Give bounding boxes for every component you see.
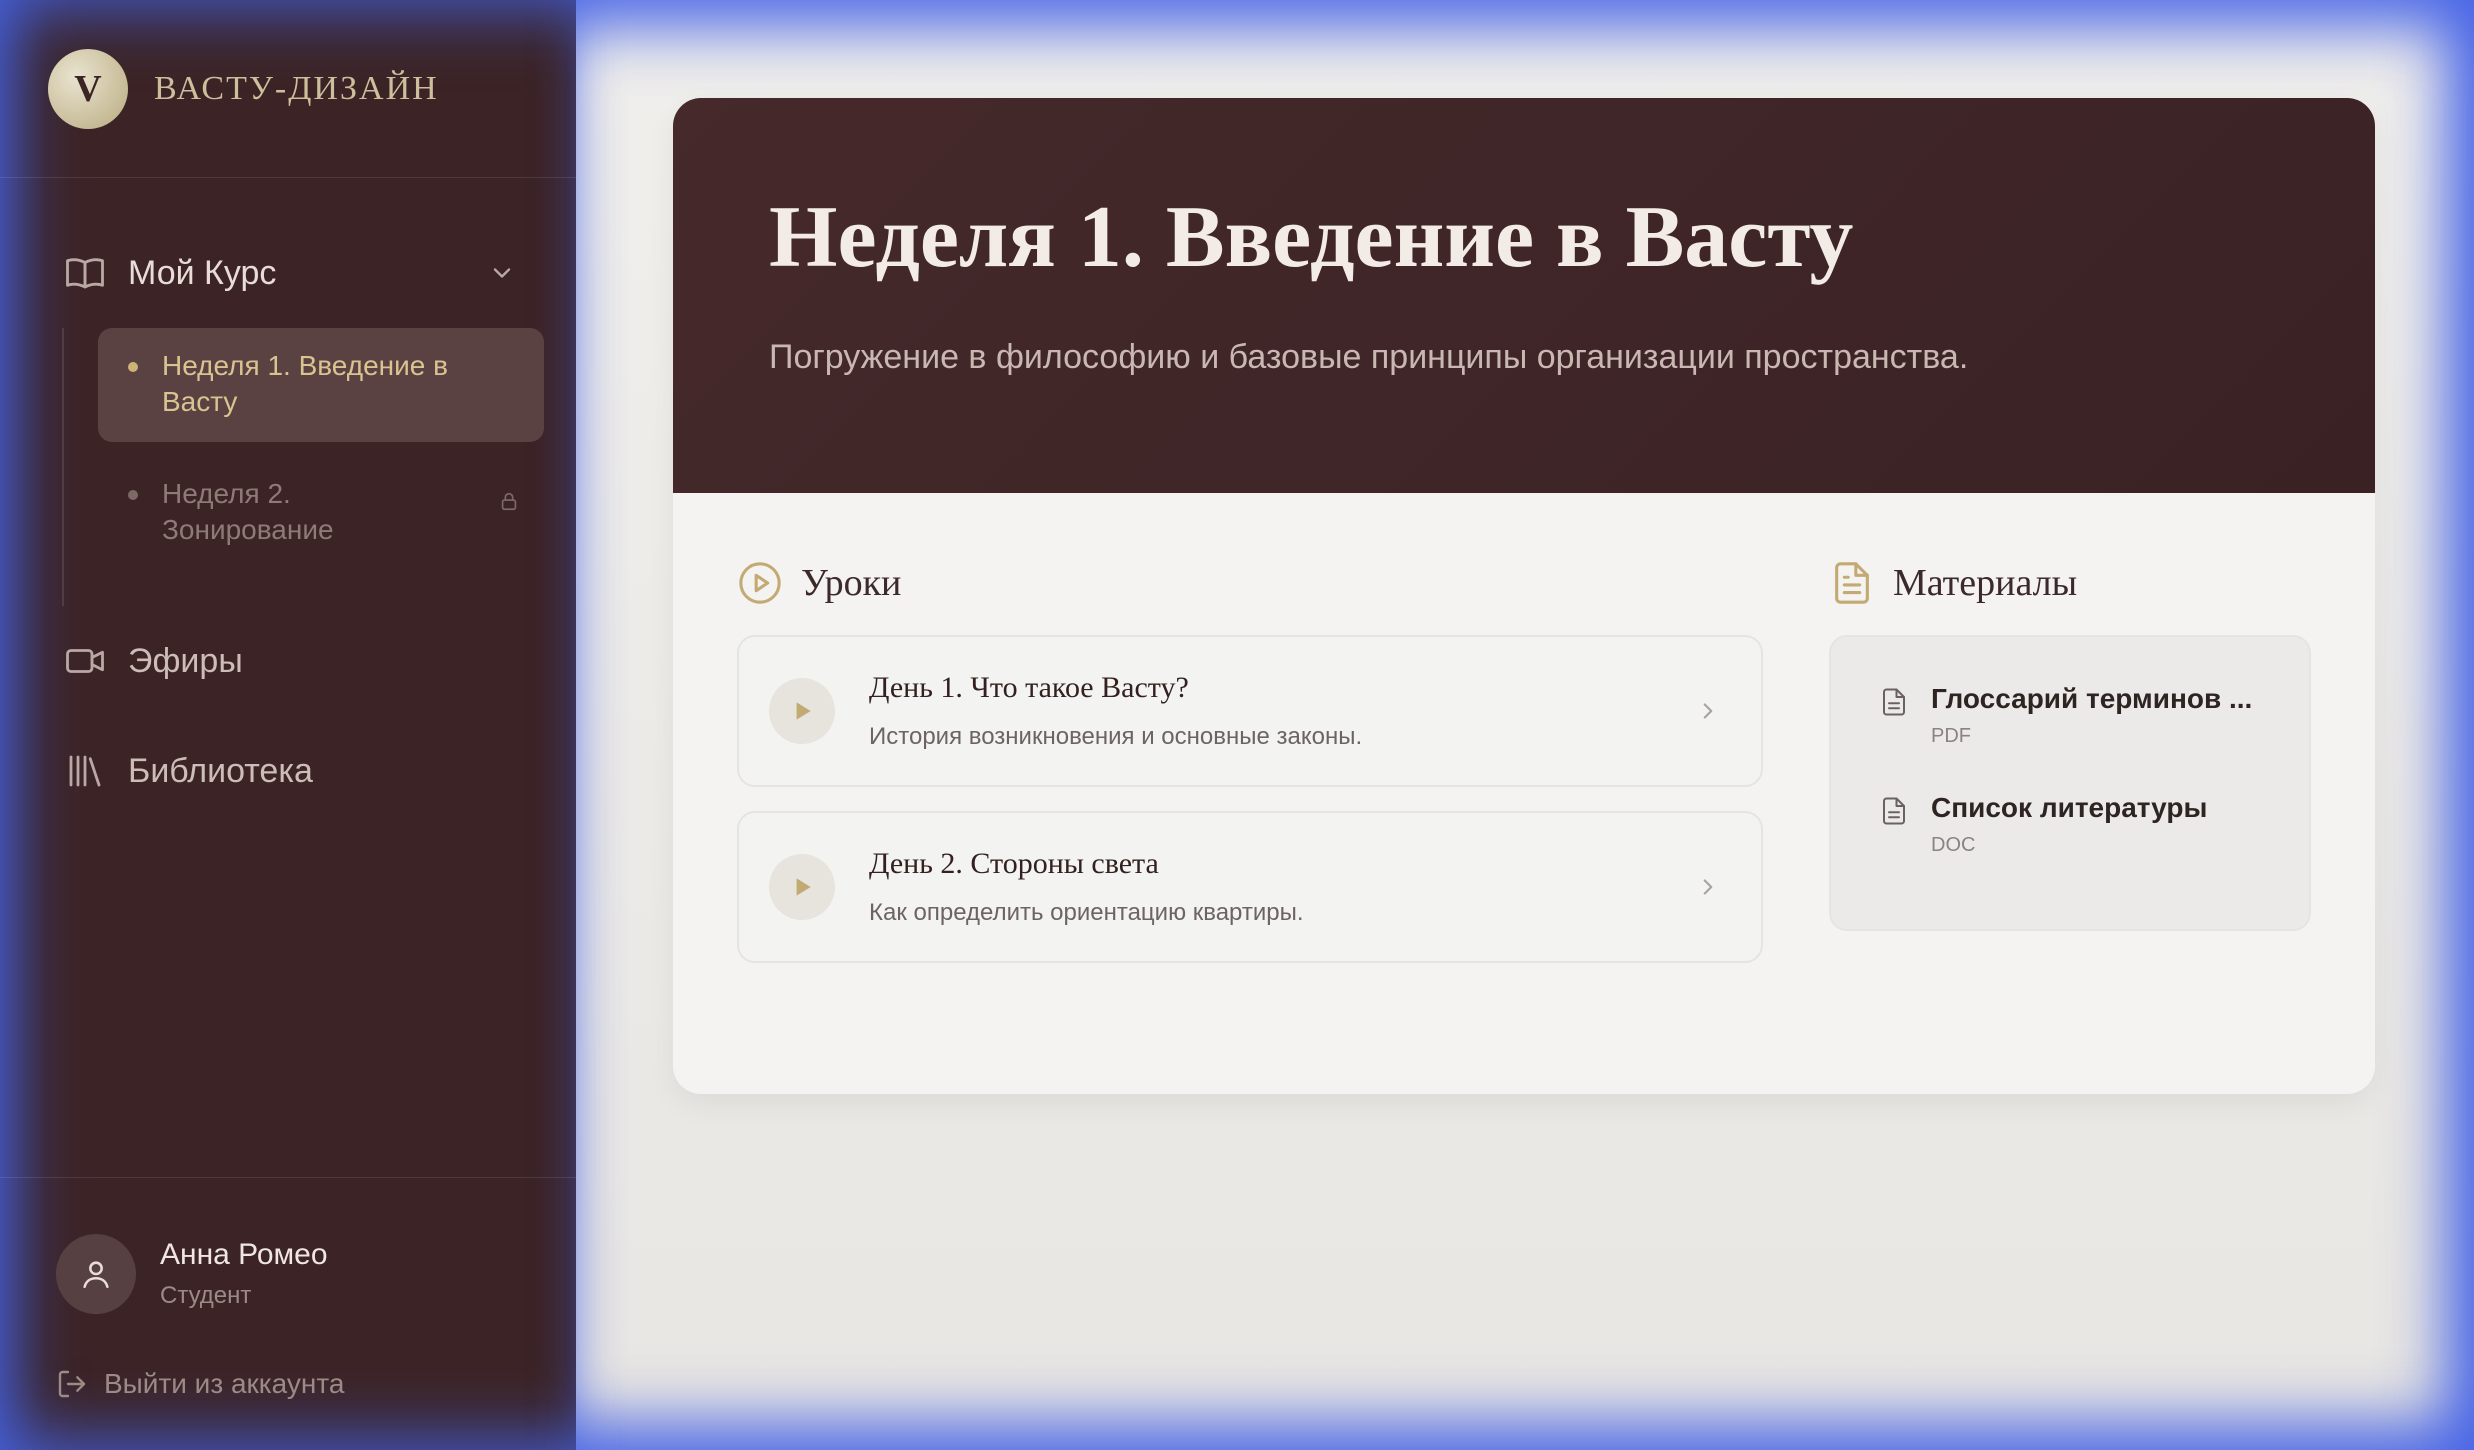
logout-label: Выйти из аккаунта xyxy=(104,1368,345,1399)
lesson-text: День 2. Стороны света Как определить ори… xyxy=(869,847,1304,927)
lesson-desc: История возникновения и основные законы. xyxy=(869,723,1363,750)
play-button[interactable] xyxy=(769,854,835,920)
logout-icon xyxy=(58,1370,86,1398)
user-name: Анна Ромео xyxy=(160,1238,328,1271)
sidebar-subitem-week-1[interactable]: Неделя 1. Введение в Васту xyxy=(98,328,544,442)
logout-button[interactable]: Выйти из аккаунта xyxy=(56,1368,576,1450)
file-name: Список литературы xyxy=(1931,792,2208,823)
sidebar-item-library[interactable]: Библиотека xyxy=(0,716,576,826)
lessons-section: Уроки День 1. Что такое Васту? История в… xyxy=(737,557,1763,987)
document-icon xyxy=(1835,562,1869,604)
lesson-desc: Как определить ориентацию квартиры. xyxy=(869,899,1304,926)
app-root: V ВАСТУ-ДИЗАЙН Мой Курс Неделя 1. Введен… xyxy=(0,0,2474,1450)
file-type: PDF xyxy=(1931,725,1971,747)
book-icon xyxy=(66,258,104,289)
page-title: Неделя 1. Введение в Васту xyxy=(769,189,1854,286)
active-dot-icon xyxy=(128,362,138,372)
main-area: Неделя 1. Введение в Васту Погружение в … xyxy=(576,0,2474,1450)
sidebar-item-broadcasts[interactable]: Эфиры xyxy=(0,606,576,716)
lessons-heading-label: Уроки xyxy=(801,562,902,604)
materials-heading: Материалы xyxy=(1829,557,2311,609)
file-type: DOC xyxy=(1931,834,1976,856)
brand-name: ВАСТУ-ДИЗАЙН xyxy=(154,69,439,107)
lesson-title: День 2. Стороны света xyxy=(869,847,1159,880)
lock-icon xyxy=(501,492,517,511)
sidebar-subitem-week-2[interactable]: Неделя 2. Зонирование xyxy=(98,456,544,570)
materials-heading-label: Материалы xyxy=(1893,562,2078,604)
play-button[interactable] xyxy=(769,678,835,744)
file-icon xyxy=(1883,688,1905,716)
week-content: Уроки День 1. Что такое Васту? История в… xyxy=(673,493,2375,987)
file-item-literature[interactable]: Список литературы DOC xyxy=(1879,792,2269,857)
library-icon xyxy=(69,755,101,787)
user-profile[interactable]: Анна Ромео Студент xyxy=(56,1234,576,1314)
week-card: Неделя 1. Введение в Васту Погружение в … xyxy=(673,98,2375,1094)
inactive-dot-icon xyxy=(128,490,138,500)
chevron-right-icon xyxy=(1703,879,1713,895)
sidebar-item-label: Библиотека xyxy=(128,751,313,790)
sidebar-item-my-course[interactable]: Мой Курс xyxy=(0,218,576,328)
week-label: Неделя 2. Зонирование xyxy=(162,478,334,545)
file-text: Глоссарий терминов ... PDF xyxy=(1931,683,2252,748)
lesson-title: День 1. Что такое Васту? xyxy=(869,671,1189,704)
file-text: Список литературы DOC xyxy=(1931,792,2207,857)
lessons-heading: Уроки xyxy=(737,557,1763,609)
course-weeks-list: Неделя 1. Введение в Васту Неделя 2. Зон… xyxy=(62,328,576,606)
sidebar-item-label: Эфиры xyxy=(128,641,243,680)
avatar xyxy=(56,1234,136,1314)
sidebar-item-label: Мой Курс xyxy=(128,253,277,292)
user-block: Анна Ромео Студент Выйти из аккаунта xyxy=(0,1177,576,1450)
brand-logo: V xyxy=(48,48,128,129)
lesson-item-2[interactable]: День 2. Стороны света Как определить ори… xyxy=(737,811,1763,963)
chevron-down-icon[interactable] xyxy=(488,259,516,287)
lesson-text: День 1. Что такое Васту? История возникн… xyxy=(869,671,1362,751)
materials-list: Глоссарий терминов ... PDF Список литера… xyxy=(1829,635,2311,931)
user-text: Анна Ромео Студент xyxy=(160,1238,328,1310)
week-hero: Неделя 1. Введение в Васту Погружение в … xyxy=(673,98,2375,493)
user-role: Студент xyxy=(160,1282,252,1309)
file-icon xyxy=(1883,797,1905,825)
materials-section: Материалы Глоссарий терминов ... PDF Спи… xyxy=(1829,557,2311,987)
user-icon xyxy=(83,1261,109,1289)
chevron-right-icon xyxy=(1703,703,1713,719)
lesson-item-1[interactable]: День 1. Что такое Васту? История возникн… xyxy=(737,635,1763,787)
page-subtitle: Погружение в философию и базовые принцип… xyxy=(769,338,1969,376)
week-label: Неделя 1. Введение в Васту xyxy=(162,350,449,417)
play-icon xyxy=(796,702,811,720)
brand[interactable]: V ВАСТУ-ДИЗАЙН xyxy=(0,0,576,178)
play-icon xyxy=(796,878,811,896)
file-item-glossary[interactable]: Глоссарий терминов ... PDF xyxy=(1879,683,2269,748)
play-circle-icon xyxy=(739,562,781,604)
video-icon xyxy=(66,649,104,673)
sidebar-nav: Мой Курс Неделя 1. Введение в Васту Неде… xyxy=(0,178,576,826)
file-name: Глоссарий терминов ... xyxy=(1931,683,2253,714)
sidebar: V ВАСТУ-ДИЗАЙН Мой Курс Неделя 1. Введен… xyxy=(0,0,576,1450)
